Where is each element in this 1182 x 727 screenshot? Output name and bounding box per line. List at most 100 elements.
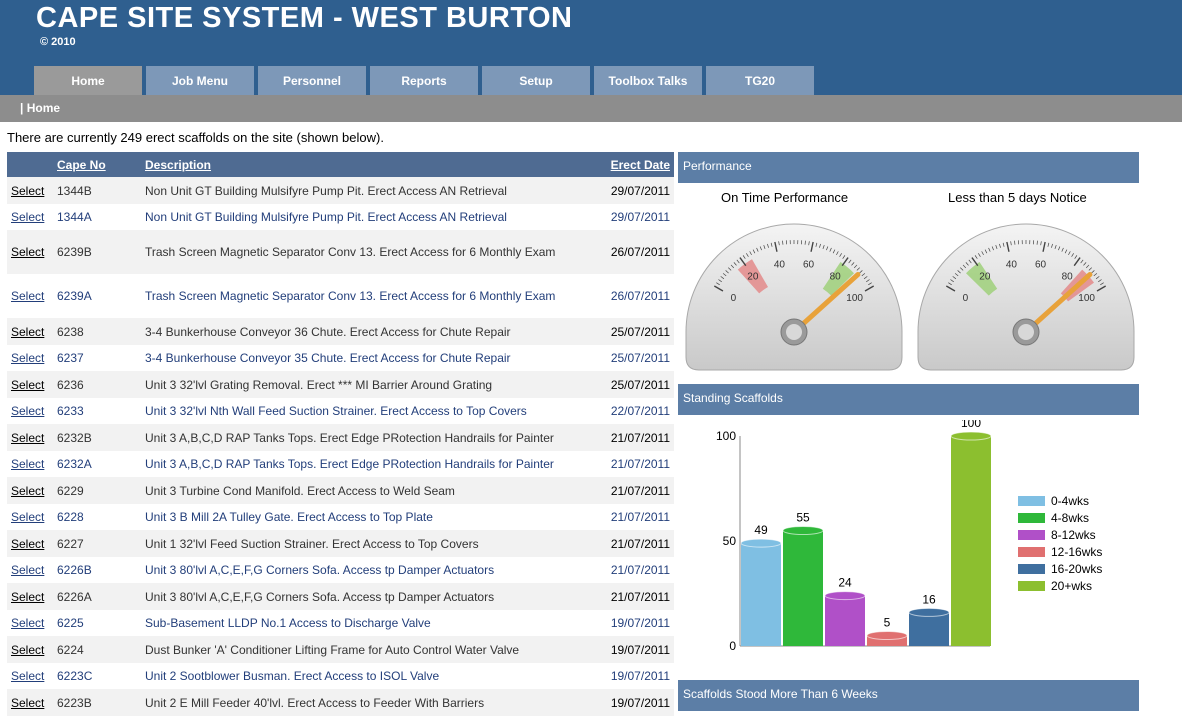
- table-row: Select 6226A Unit 3 80'lvl A,C,E,F,G Corne…: [7, 583, 674, 610]
- tab-tg20[interactable]: TG20: [706, 66, 814, 95]
- bar-16-20wks: [909, 612, 949, 646]
- bar-20+wks: [951, 436, 991, 646]
- bar-value-label: 16: [922, 592, 936, 606]
- bar-cap: [950, 431, 992, 441]
- select-link[interactable]: Select: [7, 424, 53, 451]
- legend-swatch: [1018, 495, 1045, 506]
- select-link[interactable]: Select: [7, 177, 53, 204]
- select-link[interactable]: Select: [7, 504, 53, 530]
- table-row: Select 6238 3-4 Bunkerhouse Conveyor 36 Ch…: [7, 318, 674, 345]
- gauge-tick-label: 60: [1035, 260, 1047, 271]
- select-link[interactable]: Select: [7, 636, 53, 663]
- table-row: Select 6223C Unit 2 Sootblower Busman. Ere…: [7, 663, 674, 689]
- description-cell: Unit 2 Sootblower Busman. Erect Access t…: [141, 663, 595, 689]
- table-row: Select 6232B Unit 3 A,B,C,D RAP Tanks Tops…: [7, 424, 674, 451]
- select-link[interactable]: Select: [7, 230, 53, 274]
- tab-setup[interactable]: Setup: [482, 66, 590, 95]
- standing-scaffolds-header: Standing Scaffolds: [678, 384, 1139, 415]
- gauge-body: [685, 223, 903, 371]
- bar-cap: [824, 591, 866, 601]
- cape-no-cell: 6239A: [53, 274, 141, 318]
- header-erect-date[interactable]: Erect Date: [595, 152, 674, 177]
- scaffold-table: Cape No Description Erect Date Select 134…: [7, 152, 674, 716]
- erect-date-cell: 21/07/2011: [595, 424, 674, 451]
- copyright: © 2010: [40, 36, 76, 48]
- header-cape-no[interactable]: Cape No: [53, 152, 141, 177]
- erect-date-cell: 19/07/2011: [595, 610, 674, 636]
- erect-date-cell: 21/07/2011: [595, 530, 674, 557]
- erect-date-cell: 29/07/2011: [595, 177, 674, 204]
- description-cell: Unit 3 80'lvl A,C,E,F,G Corners Sofa. Ac…: [141, 583, 595, 610]
- description-cell: Unit 3 32'lvl Nth Wall Feed Suction Stra…: [141, 398, 595, 424]
- tab-toolbox-talks[interactable]: Toolbox Talks: [594, 66, 702, 95]
- erect-date-cell: 19/07/2011: [595, 663, 674, 689]
- select-link[interactable]: Select: [7, 318, 53, 345]
- select-link[interactable]: Select: [7, 451, 53, 477]
- select-link[interactable]: Select: [7, 345, 53, 371]
- select-link[interactable]: Select: [7, 610, 53, 636]
- table-header-row: Cape No Description Erect Date: [7, 152, 674, 177]
- description-cell: Dust Bunker 'A' Conditioner Lifting Fram…: [141, 636, 595, 663]
- on-time-performance-gauge: 0 20 40 60 80 100: [685, 223, 903, 371]
- description-cell: Unit 3 A,B,C,D RAP Tanks Tops. Erect Edg…: [141, 424, 595, 451]
- table-row: Select 1344A Non Unit GT Building Mulsifyr…: [7, 204, 674, 230]
- cape-no-cell: 6225: [53, 610, 141, 636]
- select-link[interactable]: Select: [7, 530, 53, 557]
- table-row: Select 6239B Trash Screen Magnetic Separat…: [7, 230, 674, 274]
- header-description[interactable]: Description: [141, 152, 595, 177]
- cape-no-cell: 6229: [53, 477, 141, 504]
- gauge-tick-label: 80: [830, 271, 842, 282]
- legend-swatch: [1018, 580, 1045, 591]
- cape-no-cell: 6227: [53, 530, 141, 557]
- bar-cap: [740, 538, 782, 548]
- gauge-title-notice: Less than 5 days Notice: [948, 190, 1087, 205]
- bar-0-4wks: [741, 543, 781, 646]
- gauge-tick: [782, 240, 784, 245]
- legend-swatch: [1018, 546, 1045, 557]
- cape-no-cell: 6232B: [53, 424, 141, 451]
- select-link[interactable]: Select: [7, 557, 53, 583]
- cape-no-cell: 6226B: [53, 557, 141, 583]
- table-row: Select 6223B Unit 2 E Mill Feeder 40'lvl. …: [7, 689, 674, 716]
- select-link[interactable]: Select: [7, 663, 53, 689]
- legend-item: 4-8wks: [1018, 509, 1102, 526]
- header-select: [7, 152, 53, 177]
- tab-personnel[interactable]: Personnel: [258, 66, 366, 95]
- bar-cap: [908, 607, 950, 617]
- bar-value-label: 5: [884, 616, 891, 630]
- tab-reports[interactable]: Reports: [370, 66, 478, 95]
- gauge-body: [917, 223, 1135, 371]
- select-link[interactable]: Select: [7, 583, 53, 610]
- gauge-tick-label: 20: [979, 271, 991, 282]
- gauge-tick: [1036, 240, 1038, 245]
- description-cell: Trash Screen Magnetic Separator Conv 13.…: [141, 230, 595, 274]
- cape-no-cell: 6228: [53, 504, 141, 530]
- tab-home[interactable]: Home: [34, 66, 142, 95]
- performance-header: Performance: [678, 152, 1139, 183]
- notice-gauge: 0 20 40 60 80 100: [917, 223, 1135, 371]
- table-row: Select 6229 Unit 3 Turbine Cond Manifold. …: [7, 477, 674, 504]
- select-link[interactable]: Select: [7, 371, 53, 398]
- select-link[interactable]: Select: [7, 274, 53, 318]
- select-link[interactable]: Select: [7, 204, 53, 230]
- table-row: Select 6232A Unit 3 A,B,C,D RAP Tanks Tops…: [7, 451, 674, 477]
- erect-date-cell: 21/07/2011: [595, 504, 674, 530]
- cape-no-cell: 6233: [53, 398, 141, 424]
- description-cell: Sub-Basement LLDP No.1 Access to Dischar…: [141, 610, 595, 636]
- select-link[interactable]: Select: [7, 477, 53, 504]
- description-cell: Non Unit GT Building Mulsifyre Pump Pit.…: [141, 177, 595, 204]
- description-cell: Unit 3 B Mill 2A Tulley Gate. Erect Acce…: [141, 504, 595, 530]
- breadcrumb[interactable]: | Home: [20, 101, 60, 115]
- bar-value-label: 24: [838, 576, 852, 590]
- cape-no-cell: 6226A: [53, 583, 141, 610]
- six-weeks-header: Scaffolds Stood More Than 6 Weeks: [678, 680, 1139, 711]
- description-cell: Unit 1 32'lvl Feed Suction Strainer. Ere…: [141, 530, 595, 557]
- gauge-hub-cap: [786, 324, 802, 340]
- description-cell: Unit 3 80'lvl A,C,E,F,G Corners Sofa. Ac…: [141, 557, 595, 583]
- gauge-tick: [804, 240, 806, 245]
- select-link[interactable]: Select: [7, 689, 53, 716]
- erect-date-cell: 21/07/2011: [595, 557, 674, 583]
- tab-job-menu[interactable]: Job Menu: [146, 66, 254, 95]
- legend-item: 12-16wks: [1018, 543, 1102, 560]
- select-link[interactable]: Select: [7, 398, 53, 424]
